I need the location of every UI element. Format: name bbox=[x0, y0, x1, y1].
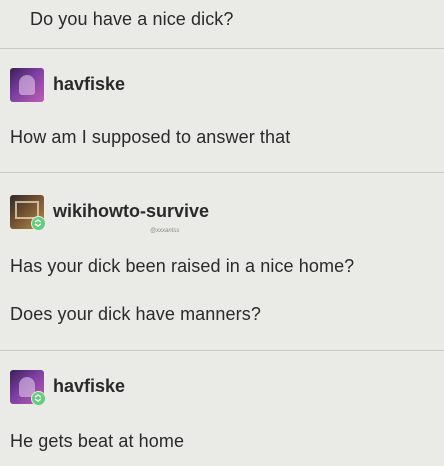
avatar-figure-icon bbox=[19, 75, 35, 95]
reblog-icon bbox=[31, 391, 46, 406]
post-text-reply: How am I supposed to answer that bbox=[10, 127, 291, 147]
post-text-line: Has your dick been raised in a nice home… bbox=[10, 256, 355, 276]
user-avatar[interactable] bbox=[10, 68, 44, 102]
post-text-line: Does your dick have manners? bbox=[10, 304, 261, 324]
username-link[interactable]: havfiske bbox=[53, 74, 125, 95]
reblog-icon bbox=[31, 216, 46, 231]
post-divider bbox=[0, 350, 444, 351]
username-link[interactable]: havfiske bbox=[53, 376, 125, 397]
username-link[interactable]: wikihowto-survive bbox=[53, 201, 209, 222]
post-divider bbox=[0, 48, 444, 49]
post-divider bbox=[0, 172, 444, 173]
post-text-question: Do you have a nice dick? bbox=[30, 9, 234, 29]
post-text-reply: He gets beat at home bbox=[10, 431, 185, 451]
handle-sublabel: @xxxantss bbox=[150, 228, 180, 234]
